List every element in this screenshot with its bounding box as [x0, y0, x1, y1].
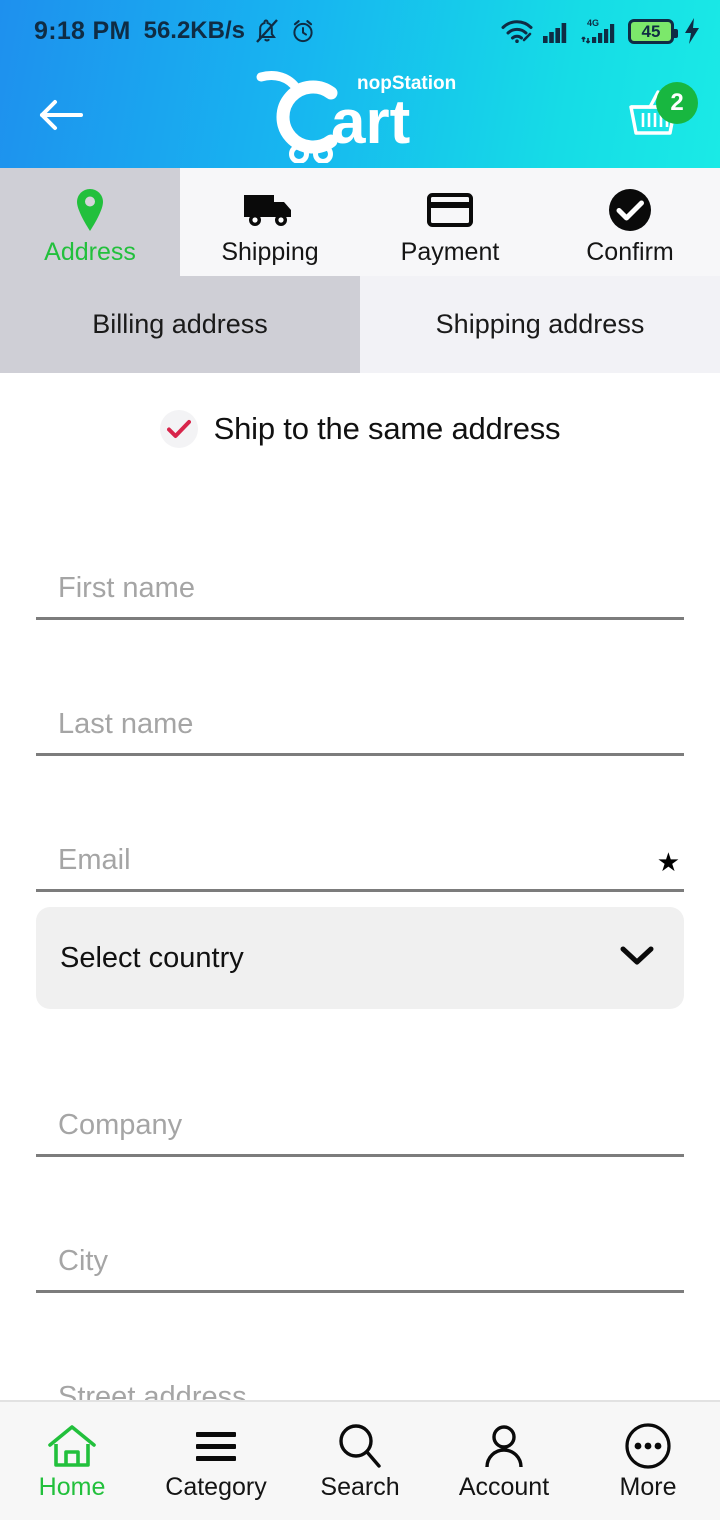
nav-item-search[interactable]: Search — [288, 1422, 432, 1500]
status-bar-left: 9:18 PM 56.2KB/s — [34, 17, 500, 46]
app-logo: nopStation art — [0, 62, 720, 168]
status-bar-right: 4G 45 — [500, 17, 702, 45]
field-email-inner: ★ — [36, 844, 684, 892]
step-confirm[interactable]: Confirm — [540, 168, 720, 276]
ship-to-same-address-label: Ship to the same address — [213, 411, 561, 446]
ship-to-same-address-checkbox[interactable] — [159, 410, 198, 448]
location-pin-icon — [73, 186, 107, 234]
person-icon — [481, 1422, 527, 1470]
first-name-input[interactable] — [36, 572, 684, 607]
nopstation-cart-logo: nopStation art — [255, 67, 465, 164]
city-input[interactable] — [36, 1245, 684, 1280]
step-label-address: Address — [44, 237, 136, 266]
step-label-confirm: Confirm — [586, 237, 674, 266]
field-last-name — [36, 620, 684, 756]
nav-label-account: Account — [458, 1473, 550, 1501]
bottom-navigation: Home Category Search Account More — [0, 1400, 720, 1520]
step-payment[interactable]: Payment — [360, 168, 540, 276]
home-icon — [46, 1422, 98, 1470]
signal-bars-icon — [542, 18, 572, 44]
step-shipping[interactable]: Shipping — [180, 168, 360, 276]
back-button[interactable] — [30, 85, 90, 145]
bell-muted-icon — [254, 17, 280, 45]
app-header: 9:18 PM 56.2KB/s 4G 45 nopStation art 2 — [0, 0, 720, 168]
network-speed: 56.2KB/s — [143, 17, 245, 44]
nav-label-home: Home — [38, 1473, 106, 1501]
field-street-address — [36, 1293, 684, 1400]
country-select-value: Select country — [60, 941, 244, 974]
cart-count-badge: 2 — [656, 82, 698, 124]
field-first-name — [36, 484, 684, 620]
billing-address-form: ★ Select country — [0, 484, 720, 1400]
field-email: ★ — [36, 756, 684, 892]
svg-text:4G: 4G — [587, 18, 599, 28]
field-company — [36, 1021, 684, 1157]
field-city — [36, 1157, 684, 1293]
nav-item-home[interactable]: Home — [0, 1422, 144, 1500]
status-bar: 9:18 PM 56.2KB/s 4G 45 — [0, 0, 720, 62]
ellipsis-circle-icon — [624, 1422, 672, 1470]
nav-item-more[interactable]: More — [576, 1422, 720, 1500]
step-label-payment: Payment — [400, 237, 500, 266]
checkout-form-body: Ship to the same address ★ Sele — [0, 373, 720, 1400]
status-time: 9:18 PM — [34, 16, 131, 45]
logo-main-text: art — [331, 88, 410, 157]
alarm-clock-icon — [289, 17, 317, 45]
nav-item-category[interactable]: Category — [144, 1422, 288, 1500]
country-select[interactable]: Select country — [36, 907, 684, 1009]
address-tabs: Billing address Shipping address — [0, 276, 720, 373]
ship-to-same-address-row: Ship to the same address — [0, 373, 720, 448]
chevron-down-icon — [620, 945, 654, 972]
battery-level: 45 — [641, 21, 661, 41]
nav-label-search: Search — [320, 1473, 400, 1501]
step-label-shipping: Shipping — [221, 237, 319, 266]
wifi-icon — [500, 18, 534, 44]
nav-item-account[interactable]: Account — [432, 1422, 576, 1500]
check-circle-icon — [606, 186, 654, 234]
mobile-data-icon: 4G — [580, 17, 620, 45]
company-input[interactable] — [36, 1109, 684, 1144]
checkout-steps: Address Shipping Payment Confirm — [0, 168, 720, 276]
field-company-inner — [36, 1109, 684, 1157]
field-last-name-inner — [36, 708, 684, 756]
credit-card-icon — [426, 186, 474, 234]
street-address-input[interactable] — [36, 1381, 684, 1400]
step-address[interactable]: Address — [0, 168, 180, 276]
last-name-input[interactable] — [36, 708, 684, 743]
app-bar: nopStation art 2 — [0, 62, 720, 168]
delivery-truck-icon — [242, 186, 298, 234]
nav-label-more: More — [619, 1473, 677, 1501]
app-screen: 9:18 PM 56.2KB/s 4G 45 nopStation art 2 … — [0, 0, 720, 1520]
email-input[interactable] — [36, 844, 657, 879]
cart-button[interactable]: 2 — [616, 82, 698, 146]
tab-shipping-address[interactable]: Shipping address — [360, 276, 720, 373]
charging-bolt-icon — [682, 17, 702, 45]
field-first-name-inner — [36, 572, 684, 620]
search-icon — [336, 1422, 384, 1470]
logo-top-text: nopStation — [357, 73, 456, 94]
field-street-address-inner — [36, 1381, 684, 1400]
hamburger-menu-icon — [192, 1422, 240, 1470]
tab-billing-address[interactable]: Billing address — [0, 276, 360, 373]
check-icon — [166, 420, 191, 438]
required-star-icon: ★ — [656, 846, 680, 877]
nav-label-category: Category — [165, 1473, 267, 1501]
battery-indicator: 45 — [628, 18, 678, 44]
field-city-inner — [36, 1245, 684, 1293]
